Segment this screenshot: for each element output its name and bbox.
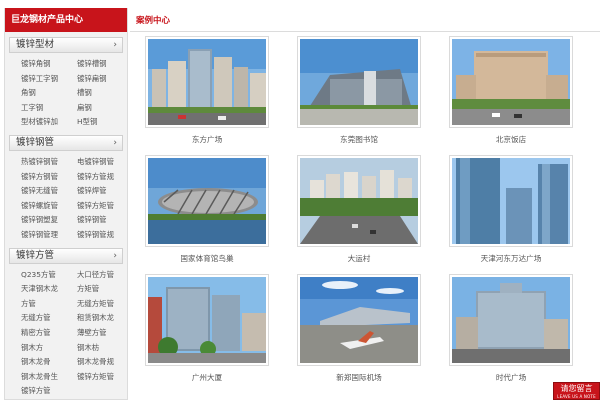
category-link[interactable]: 镀锌钢管理 (21, 228, 77, 243)
guangzhou-tower-photo (148, 277, 266, 363)
case-item[interactable]: 时代广场 (449, 274, 573, 383)
category-header-galvanized-pipes[interactable]: 镀锌钢管 › (9, 134, 123, 151)
category-link[interactable]: 方管 (21, 297, 77, 312)
category-link[interactable]: 镀锌无缝管 (21, 184, 77, 199)
case-caption: 东方广场 (191, 135, 223, 144)
category-link[interactable]: 天津钢木龙 (21, 282, 77, 297)
case-caption: 天津河东万达广场 (480, 254, 542, 263)
residential-towers-photo (300, 158, 418, 244)
leave-message-label: 请您留言 (560, 384, 593, 393)
category-link[interactable]: 镀锌钢塑复 (21, 213, 77, 228)
case-photo (145, 36, 269, 128)
category-link[interactable]: 镀锌槽钢 (77, 57, 127, 72)
category-link[interactable]: 镀锌方矩管 (77, 199, 127, 214)
category-header-galvanized-profiles[interactable]: 镀锌型材 › (9, 37, 123, 53)
chevron-right-icon: › (113, 40, 117, 50)
case-caption: 国家体育馆鸟巢 (180, 254, 234, 263)
category-link[interactable]: 镀锌扁钢 (77, 72, 127, 87)
stadium-photo (148, 158, 266, 244)
category-link[interactable]: 钢木龙骨 (21, 355, 77, 370)
category-link[interactable]: 型材镀锌加 (21, 115, 77, 130)
case-photo (297, 36, 421, 128)
main-header: 案例中心 (130, 8, 600, 32)
category-link[interactable]: 扁钢 (77, 101, 127, 116)
case-item[interactable]: 天津河东万达广场 (449, 155, 573, 264)
category-link[interactable]: 钢木枋 (77, 341, 127, 356)
case-photo (449, 274, 573, 366)
category-link[interactable]: 无缝方矩管 (77, 297, 127, 312)
category-link[interactable]: 大口径方管 (77, 268, 127, 283)
category-link[interactable]: 镀锌螺旋管 (21, 199, 77, 214)
category-list-galvanized-square-tubes: Q235方管 大口径方管 天津钢木龙 方矩管 方管 无缝方矩管 无缝方管 租赁钢… (5, 268, 127, 399)
category-link[interactable]: 无缝方管 (21, 311, 77, 326)
chevron-right-icon: › (113, 250, 117, 261)
leave-message-button[interactable]: 请您留言 LEAVE US A NOTE (553, 382, 600, 400)
case-item[interactable]: 大运村 (297, 155, 421, 264)
case-caption: 北京饭店 (495, 135, 527, 144)
category-link[interactable]: 工字钢 (21, 101, 77, 116)
category-label: 镀锌方管 (16, 249, 55, 261)
case-item[interactable]: 新郑国际机场 (297, 274, 421, 383)
case-photo (297, 155, 421, 247)
category-link[interactable]: 镀锌方管规 (77, 170, 127, 185)
category-link[interactable]: 槽钢 (77, 86, 127, 101)
category-link[interactable]: 钢木龙骨生 (21, 370, 77, 385)
category-link[interactable]: 薄壁方管 (77, 326, 127, 341)
sidebar-title: 巨龙钢材产品中心 (5, 8, 127, 32)
office-building-photo (148, 39, 266, 125)
category-link[interactable]: 租赁钢木龙 (77, 311, 127, 326)
case-caption: 新郑国际机场 (336, 373, 382, 382)
category-label: 镀锌钢管 (16, 136, 55, 148)
category-list-galvanized-profiles: 镀锌角钢 镀锌槽钢 镀锌工字钢 镀锌扁钢 角钢 槽钢 工字钢 扁钢 型材镀锌加 … (5, 57, 127, 130)
airport-photo (300, 277, 418, 363)
case-caption: 广州大厦 (191, 373, 223, 382)
library-photo (300, 39, 418, 125)
case-photo (145, 155, 269, 247)
category-link[interactable]: 钢木龙骨规 (77, 355, 127, 370)
category-link[interactable]: 镀锌角钢 (21, 57, 77, 72)
category-link[interactable]: 钢木方 (21, 341, 77, 356)
case-item[interactable]: 东方广场 (145, 36, 269, 145)
case-photo (297, 274, 421, 366)
category-link[interactable]: 精密方管 (21, 326, 77, 341)
hotel-photo (452, 39, 570, 125)
leave-message-sublabel: LEAVE US A NOTE (557, 394, 596, 399)
category-link[interactable]: 镀锌焊管 (77, 184, 127, 199)
category-link[interactable]: 热镀锌钢管 (21, 155, 77, 170)
case-item[interactable]: 国家体育馆鸟巢 (145, 155, 269, 264)
category-link[interactable]: 镀锌方钢管 (21, 170, 77, 185)
case-photo (449, 155, 573, 247)
case-item[interactable]: 北京饭店 (449, 36, 573, 145)
category-link[interactable]: 方矩管 (77, 282, 127, 297)
category-link[interactable]: 镀锌方管 (21, 384, 77, 399)
category-link[interactable]: H型钢 (77, 115, 127, 130)
category-link[interactable]: 镀锌钢管规 (77, 228, 127, 243)
category-link[interactable]: 镀锌钢管 (77, 213, 127, 228)
case-caption: 大运村 (347, 254, 371, 263)
times-square-photo (452, 277, 570, 363)
category-link[interactable]: 镀锌方矩管 (77, 370, 127, 385)
category-list-galvanized-pipes: 热镀锌钢管 电镀锌钢管 镀锌方钢管 镀锌方管规 镀锌无缝管 镀锌焊管 镀锌螺旋管… (5, 155, 127, 243)
category-link[interactable]: 电镀锌钢管 (77, 155, 127, 170)
case-photo (145, 274, 269, 366)
category-link[interactable]: 镀锌工字钢 (21, 72, 77, 87)
case-item[interactable]: 东莞图书馆 (297, 36, 421, 145)
page-title: 案例中心 (136, 16, 171, 26)
category-link[interactable]: Q235方管 (21, 268, 77, 283)
chevron-right-icon: › (113, 137, 117, 148)
category-header-galvanized-square-tubes[interactable]: 镀锌方管 › (9, 247, 123, 264)
category-link[interactable]: 角钢 (21, 86, 77, 101)
category-label: 镀锌型材 (16, 39, 55, 50)
glass-towers-photo (452, 158, 570, 244)
case-item[interactable]: 广州大厦 (145, 274, 269, 383)
case-photo (449, 36, 573, 128)
product-sidebar: 巨龙钢材产品中心 镀锌型材 › 镀锌角钢 镀锌槽钢 镀锌工字钢 镀锌扁钢 角钢 … (4, 8, 128, 400)
case-caption: 东莞图书馆 (340, 135, 378, 144)
